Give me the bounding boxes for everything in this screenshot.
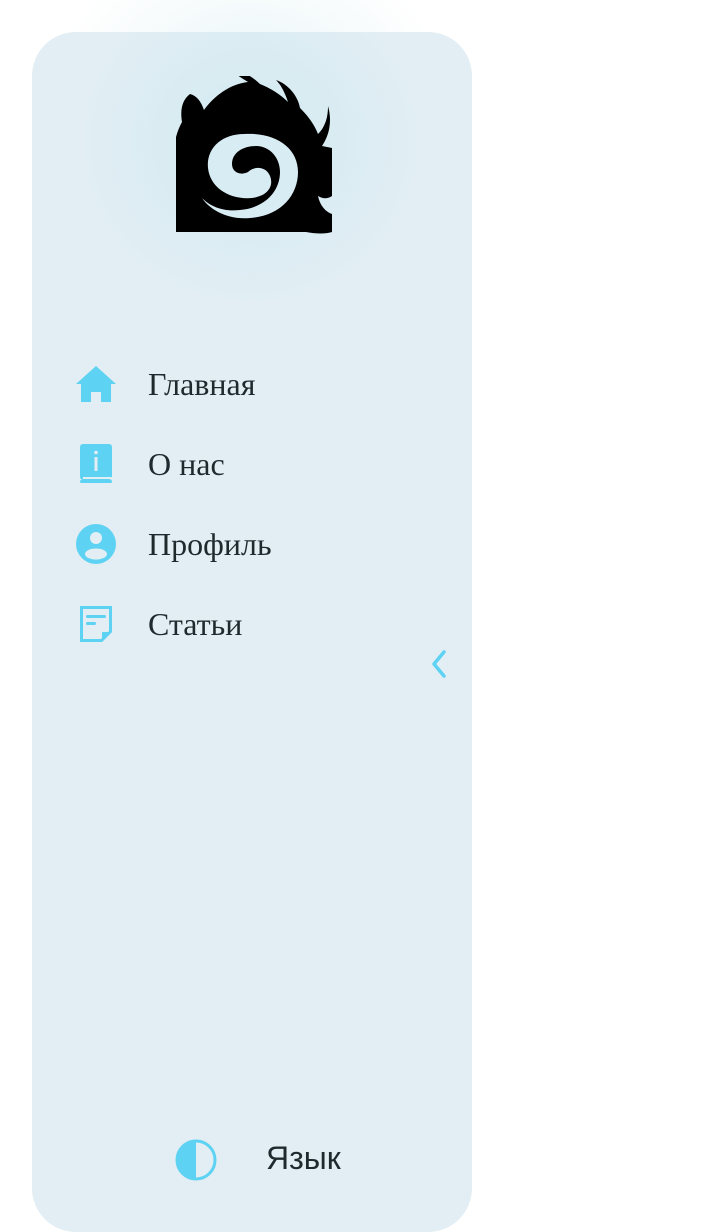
language-selector[interactable]: Язык [266,1138,341,1178]
chevron-left-icon [432,650,446,678]
nav-item-profile[interactable]: Профиль [32,502,472,582]
nav-item-articles[interactable]: Статьи [32,582,472,662]
home-icon [76,366,116,402]
info-book-icon [80,444,112,483]
nav-item-label: Главная [148,366,256,402]
theme-toggle-button[interactable] [174,1138,218,1182]
nav-item-about[interactable]: О нас [32,422,472,502]
nav-item-label: Статьи [148,606,243,642]
main-nav: Главная О нас Профиль Статьи [32,342,472,662]
nav-item-label: О нас [148,446,225,482]
swirl-creature-logo-icon [172,70,332,234]
collapse-sidebar-button[interactable] [426,648,454,680]
user-circle-icon [76,524,116,564]
sidebar-footer: Язык [32,1132,472,1192]
article-note-icon [80,606,112,642]
sidebar: Главная О нас Профиль Статьи Язык [32,32,472,1232]
nav-item-home[interactable]: Главная [32,342,472,422]
brand-logo[interactable] [172,70,336,236]
nav-item-label: Профиль [148,526,272,562]
contrast-half-circle-icon [175,1139,217,1181]
